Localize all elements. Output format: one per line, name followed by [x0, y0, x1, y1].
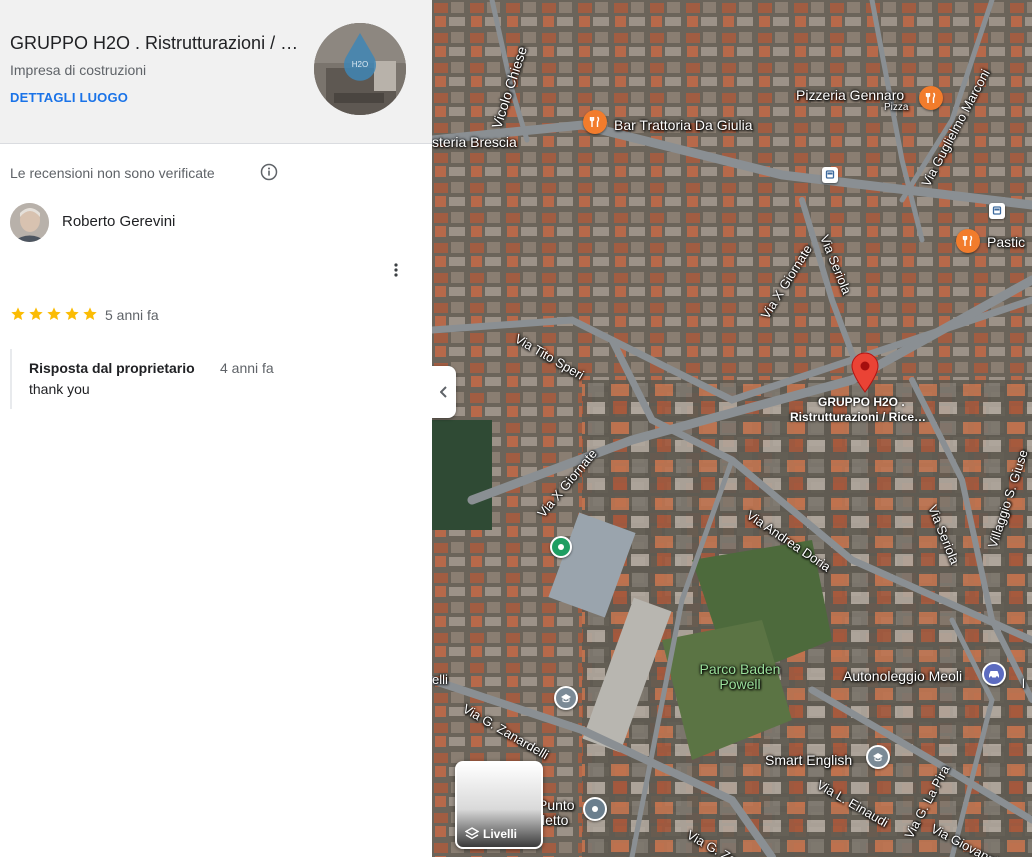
layers-label: Livelli — [483, 827, 518, 841]
restaurant-poi-icon[interactable] — [919, 86, 943, 110]
pin-label-line2[interactable]: Ristrutturazioni / Rice… — [790, 410, 926, 424]
school-poi-icon[interactable] — [866, 745, 890, 769]
place-panel: GRUPPO H2O . Ristrutturazioni / … Impres… — [0, 0, 432, 857]
bus-stop-icon[interactable] — [989, 203, 1005, 219]
school-poi-icon[interactable] — [554, 686, 578, 710]
more-vert-icon — [394, 263, 398, 277]
map-label-punto[interactable]: Punto — [538, 797, 575, 813]
location-poi-icon[interactable] — [583, 797, 607, 821]
more-options-button[interactable] — [386, 259, 406, 281]
location-pin-icon[interactable] — [850, 351, 880, 393]
map-label-letto[interactable]: letto — [542, 812, 568, 828]
place-header: GRUPPO H2O . Ristrutturazioni / … Impres… — [0, 0, 432, 144]
collapse-panel-button[interactable] — [432, 366, 456, 418]
place-category: Impresa di costruzioni — [10, 62, 147, 78]
chevron-left-icon — [440, 386, 447, 398]
info-icon[interactable] — [260, 163, 278, 181]
map-view[interactable]: Bar Trattoria Da Giulia steria Brescia V… — [432, 0, 1032, 857]
place-details-link[interactable]: DETTAGLI LUOGO — [10, 90, 128, 105]
reviewer-avatar[interactable] — [10, 203, 49, 242]
place-poi-icon[interactable] — [550, 536, 572, 558]
map-label-edge-l: l — [1022, 676, 1025, 691]
restaurant-poi-icon[interactable] — [956, 229, 980, 253]
map-label-smart-english[interactable]: Smart English — [765, 752, 852, 768]
owner-reply-title: Risposta dal proprietario — [29, 360, 195, 376]
layers-icon — [465, 827, 479, 840]
reviews-disclaimer: Le recensioni non sono verificate — [10, 165, 215, 181]
place-photo[interactable]: H2O — [314, 23, 406, 115]
place-title: GRUPPO H2O . Ristrutturazioni / … — [10, 33, 299, 53]
restaurant-poi-icon[interactable] — [583, 110, 607, 134]
map-label-pizzeria-sub: Pizza — [884, 102, 909, 113]
reviewer-name[interactable]: Roberto Gerevini — [62, 213, 175, 230]
pin-label-line1[interactable]: GRUPPO H2O . — [818, 395, 905, 409]
map-label-osteria[interactable]: steria Brescia — [432, 134, 517, 150]
map-label-pizzeria[interactable]: Pizzeria Gennaro — [796, 87, 904, 103]
owner-reply: Risposta dal proprietario 4 anni fa than… — [10, 349, 412, 409]
star-icon — [83, 307, 97, 320]
star-icon — [65, 307, 79, 320]
layers-button[interactable]: Livelli — [455, 761, 543, 849]
map-label-pastic[interactable]: Pastic — [987, 234, 1025, 250]
svg-text:H2O: H2O — [352, 60, 368, 69]
map-label-autonoleggio[interactable]: Autonoleggio Meoli — [843, 668, 962, 684]
map-label-edge-elli: elli — [432, 672, 448, 687]
car-rental-poi-icon[interactable] — [982, 662, 1006, 686]
owner-reply-date: 4 anni fa — [220, 360, 274, 376]
star-icon — [29, 307, 43, 320]
map-label-bar-trattoria[interactable]: Bar Trattoria Da Giulia — [614, 117, 753, 133]
map-label-parco: Parco Baden Powell — [699, 661, 781, 692]
star-rating — [10, 306, 98, 324]
layers-label-wrap: Livelli — [465, 827, 517, 841]
owner-reply-text: thank you — [29, 381, 90, 397]
review-date: 5 anni fa — [105, 307, 159, 323]
star-icon — [47, 307, 61, 320]
bus-stop-icon[interactable] — [822, 167, 838, 183]
star-icon — [11, 307, 25, 320]
map-label-parco-line1[interactable]: Parco Baden Powell — [696, 662, 784, 692]
